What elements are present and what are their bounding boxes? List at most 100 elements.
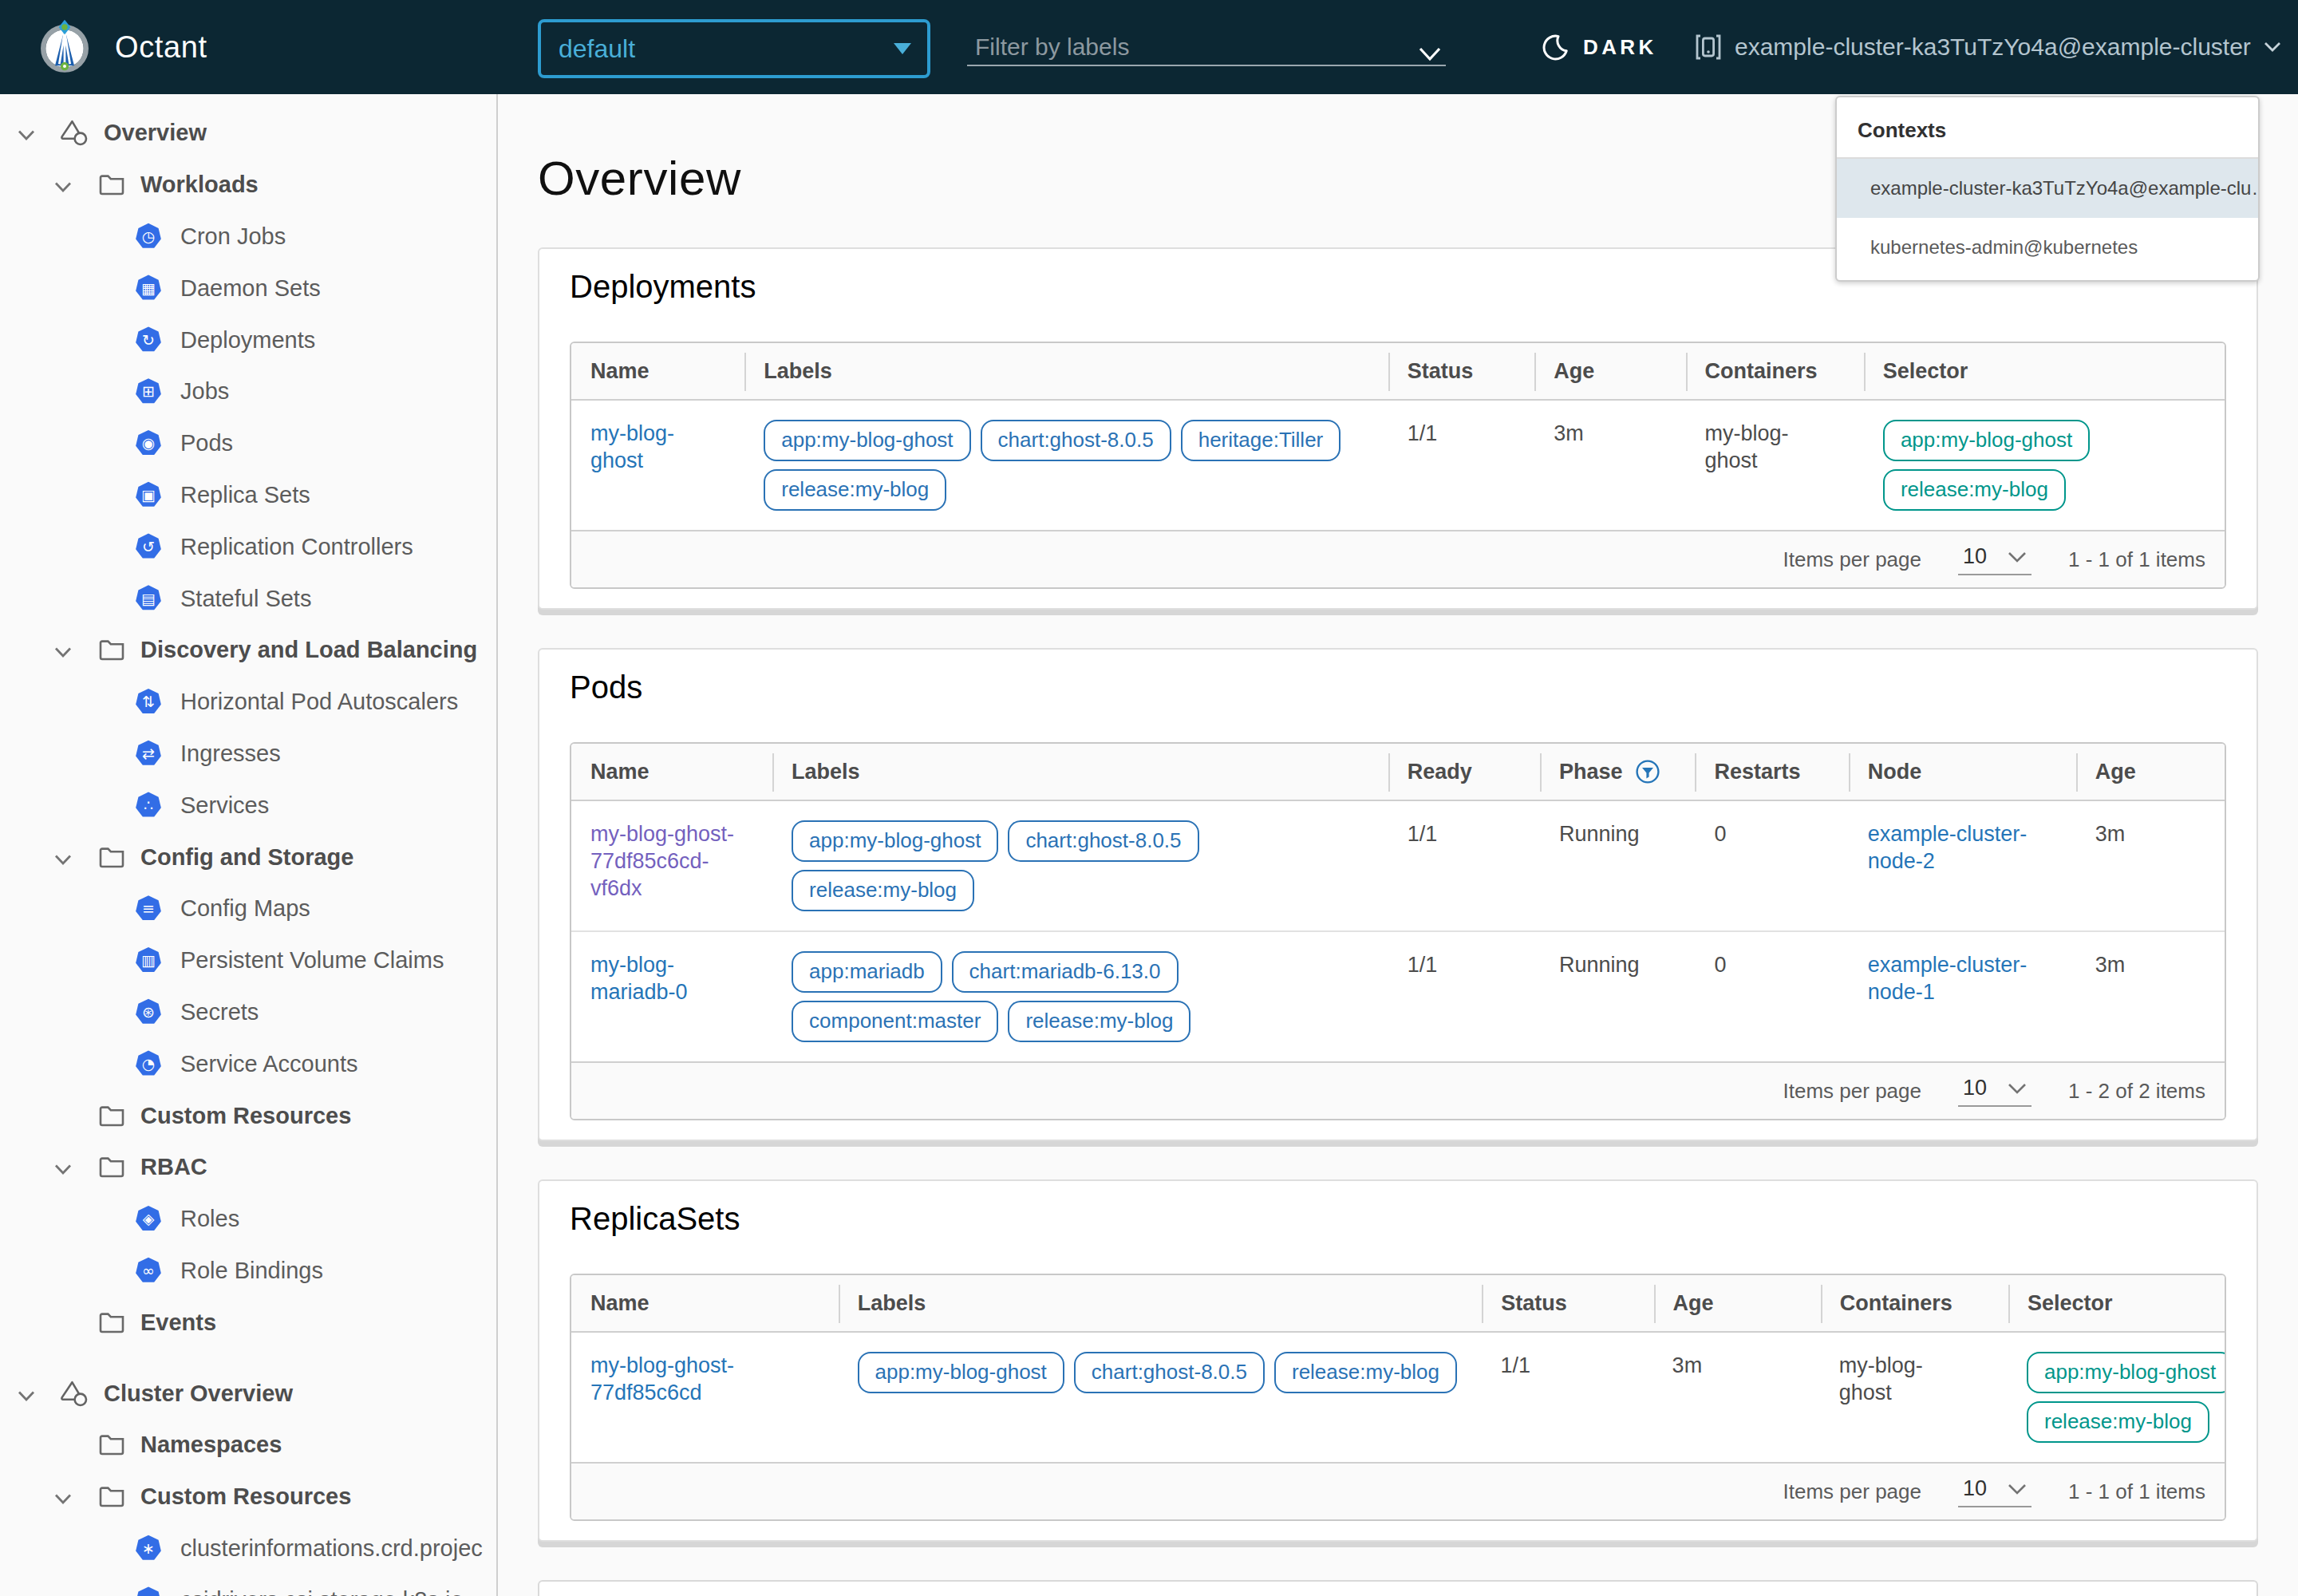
items-per-page-select[interactable]: 10 [1958,544,2031,575]
label-chip[interactable]: release:my-blog [1008,1001,1190,1042]
chevron-down-icon[interactable] [18,1378,35,1408]
chevron-down-icon[interactable] [1419,38,1441,68]
cell-name: my-blog-ghost-77df85c6cd-vf6dx [571,801,772,930]
filter-icon[interactable] [1636,760,1660,784]
label-chip[interactable]: app:my-blog-ghost [764,420,970,461]
sidebar-item-rbac[interactable]: RBAC [0,1141,496,1193]
label-chip[interactable]: component:master [792,1001,998,1042]
sidebar-item-persistent-volume-claims[interactable]: ▥Persistent Volume Claims [0,934,496,986]
sidebar-item-role-bindings[interactable]: ∞Role Bindings [0,1245,496,1297]
label-chip[interactable]: release:my-blog [764,469,946,511]
sidebar-item-label: Jobs [180,378,229,405]
sidebar-item-custom-resources[interactable]: Custom Resources [0,1471,496,1523]
main-content: Overview DeploymentsNameLabelsStatusAgeC… [499,94,2298,1596]
context-label: example-cluster-ka3TuTzYo4a@example-clus… [1735,34,2251,61]
k8s-pvc-icon: ▥ [134,946,163,974]
k8s-replica-sets-icon: ▣ [134,480,163,509]
sidebar-item-config-and-storage[interactable]: Config and Storage [0,831,496,883]
label-chip[interactable]: app:my-blog-ghost [1883,420,2090,461]
sidebar-item-label: Service Accounts [180,1050,357,1077]
label-chip[interactable]: release:my-blog [792,870,974,911]
namespace-select[interactable]: default [538,19,930,78]
sidebar-item-label: Custom Resources [140,1102,351,1128]
chevron-down-icon[interactable] [54,1152,72,1182]
chevron-down-icon [2008,1476,2027,1501]
chevron-down-icon[interactable] [54,1482,72,1511]
cell-node: example-cluster-node-2 [1849,801,2076,930]
label-chip[interactable]: heritage:Tiller [1181,420,1341,461]
dark-mode-toggle[interactable]: DARK [1542,0,1657,94]
sidebar-item-deployments[interactable]: ↻Deployments [0,314,496,365]
sidebar-item-services[interactable]: ∴Services [0,779,496,831]
chevron-down-icon[interactable] [18,118,35,148]
sidebar-item-label: Config Maps [180,895,310,922]
label-chip[interactable]: release:my-blog [1274,1352,1457,1393]
chevron-down-icon[interactable] [54,842,72,871]
sidebar-item-cluster-overview[interactable]: Cluster Overview [0,1367,496,1419]
column-header-age: Age [2076,744,2225,800]
label-chip[interactable]: chart:mariadb-6.13.0 [952,951,1179,993]
sidebar-item-roles[interactable]: ◈Roles [0,1193,496,1245]
resource-link[interactable]: example-cluster-node-2 [1868,820,2057,875]
sidebar-item-label: Namespaces [140,1432,282,1458]
context-menu-item[interactable]: example-cluster-ka3TuTzYo4a@example-clu… [1837,159,2258,218]
label-chip[interactable]: release:my-blog [1883,469,2066,511]
resource-link[interactable]: my-blog-ghost [590,420,725,474]
label-chip[interactable]: app:my-blog-ghost [858,1352,1064,1393]
items-per-page-value: 10 [1963,544,1987,569]
items-per-page-select[interactable]: 10 [1958,1476,2031,1507]
sidebar-item-cron-jobs[interactable]: ◷Cron Jobs [0,211,496,263]
sidebar-item-config-maps[interactable]: ≡Config Maps [0,883,496,934]
context-menu-item[interactable]: kubernetes-admin@kubernetes [1837,218,2258,277]
cell-phase: Running [1540,801,1695,930]
cell-age: 3m [2076,801,2225,930]
resource-link[interactable]: my-blog-ghost-77df85c6cd [590,1352,819,1406]
label-filter[interactable]: Filter by labels [967,0,1446,94]
label-chip[interactable]: app:mariadb [792,951,942,993]
cell-containers: my-blog-ghost [1686,401,1864,530]
sidebar-item-replication-controllers[interactable]: ↺Replication Controllers [0,520,496,572]
sidebar-item-service-accounts[interactable]: ◔Service Accounts [0,1037,496,1089]
column-header-ready: Ready [1388,744,1540,800]
label-chip[interactable]: release:my-blog [2027,1401,2209,1443]
sidebar-item-workloads[interactable]: Workloads [0,159,496,211]
sidebar-item-events[interactable]: Events [0,1296,496,1348]
sidebar-item-namespaces[interactable]: Namespaces [0,1419,496,1471]
dark-mode-label: DARK [1583,35,1657,60]
filter-underline [967,65,1446,66]
table-header-row: NameLabelsStatusAgeContainersSelector [571,343,2225,401]
caret-down-icon [894,43,911,54]
sidebar-item-secrets[interactable]: ⊛Secrets [0,986,496,1038]
sidebar-item-clusterinformations-crd-projec[interactable]: ∗clusterinformations.crd.projec [0,1523,496,1574]
cell-ready: 1/1 [1388,801,1540,930]
label-chip[interactable]: app:my-blog-ghost [792,820,998,862]
column-header-status: Status [1482,1275,1653,1331]
sidebar-item-csidrivers-csi-storage-k8s-io[interactable]: ∗csidrivers.csi.storage.k8s.io [0,1574,496,1596]
sidebar-item-ingresses[interactable]: ⇄Ingresses [0,728,496,780]
resource-link[interactable]: my-blog-mariadb-0 [590,951,753,1005]
context-selector[interactable]: example-cluster-ka3TuTzYo4a@example-clus… [1695,0,2281,94]
label-chip[interactable]: chart:ghost-8.0.5 [981,420,1171,461]
sidebar-item-horizontal-pod-autoscalers[interactable]: ⇅Horizontal Pod Autoscalers [0,676,496,728]
sidebar-item-stateful-sets[interactable]: ▤Stateful Sets [0,572,496,624]
chevron-down-icon[interactable] [54,635,72,665]
sidebar-item-daemon-sets[interactable]: ▦Daemon Sets [0,262,496,314]
sidebar-item-custom-resources[interactable]: Custom Resources [0,1089,496,1141]
sidebar-item-discovery-and-load-balancing[interactable]: Discovery and Load Balancing [0,624,496,676]
label-chip[interactable]: app:my-blog-ghost [2027,1352,2226,1393]
sidebar-item-overview[interactable]: Overview [0,107,496,159]
sidebar-item-label: Role Bindings [180,1257,323,1283]
sidebar-item-pods[interactable]: ◉Pods [0,417,496,469]
label-chip[interactable]: chart:ghost-8.0.5 [1074,1352,1265,1393]
column-header-labels: Labels [839,1275,1483,1331]
resource-link[interactable]: example-cluster-node-1 [1868,951,2057,1005]
resource-link[interactable]: my-blog-ghost-77df85c6cd-vf6dx [590,820,753,902]
folder-icon [99,1433,124,1456]
label-chip[interactable]: chart:ghost-8.0.5 [1008,820,1198,862]
cell-age: 3m [1653,1333,1820,1462]
pagination-range: 1 - 1 of 1 items [2068,1479,2205,1504]
sidebar-item-jobs[interactable]: ⊞Jobs [0,365,496,417]
chevron-down-icon[interactable] [54,170,72,200]
items-per-page-select[interactable]: 10 [1958,1076,2031,1107]
sidebar-item-replica-sets[interactable]: ▣Replica Sets [0,469,496,521]
